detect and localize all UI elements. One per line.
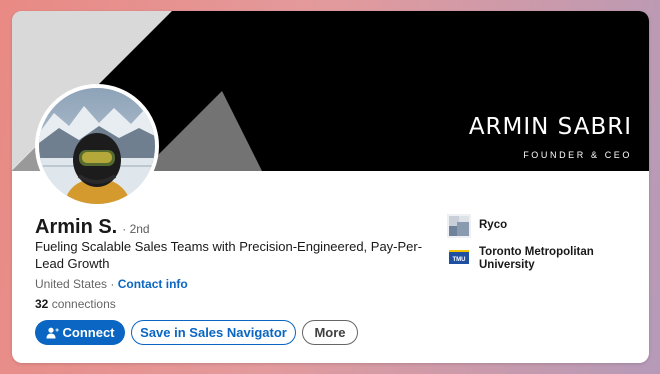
connections-label: connections <box>51 297 116 311</box>
more-button[interactable]: More <box>302 320 358 345</box>
location-row: United States · Contact info <box>35 277 188 291</box>
connection-degree: · 2nd <box>122 222 150 236</box>
profile-headline: Fueling Scalable Sales Teams with Precis… <box>35 239 423 271</box>
profile-name: Armin S. <box>35 216 118 238</box>
org-name: Ryco <box>479 219 508 231</box>
save-in-sales-navigator-button[interactable]: Save in Sales Navigator <box>131 320 296 345</box>
connect-button[interactable]: Connect <box>35 320 125 345</box>
org-name: Toronto Metropolitan University <box>479 246 594 271</box>
organizations-list: Ryco TMU Toronto Metropolitan University <box>447 214 649 280</box>
org-item-ryco[interactable]: Ryco <box>447 214 649 238</box>
org-item-tmu[interactable]: TMU Toronto Metropolitan University <box>447 246 649 272</box>
ryco-logo-icon <box>447 214 471 238</box>
connections-number: 32 <box>35 297 49 311</box>
separator: · <box>110 277 115 291</box>
connect-label: Connect <box>62 325 115 340</box>
profile-actions: Connect Save in Sales Navigator More <box>35 320 358 345</box>
banner-name: ARMIN SABRI <box>468 114 632 140</box>
banner-role: FOUNDER & CEO <box>523 150 632 160</box>
avatar-photo <box>39 88 155 204</box>
connections-count[interactable]: 32 connections <box>35 297 116 311</box>
profile-location: United States <box>35 277 108 291</box>
add-person-icon <box>46 327 59 338</box>
name-row: Armin S. · 2nd <box>35 216 150 239</box>
avatar[interactable] <box>35 84 159 208</box>
contact-info-link[interactable]: Contact info <box>118 277 188 291</box>
tmu-logo-icon: TMU <box>447 246 471 270</box>
tmu-logo-text: TMU <box>453 257 466 263</box>
profile-card: ARMIN SABRI FOUNDER & CEO Armin S. · 2nd <box>12 11 649 363</box>
